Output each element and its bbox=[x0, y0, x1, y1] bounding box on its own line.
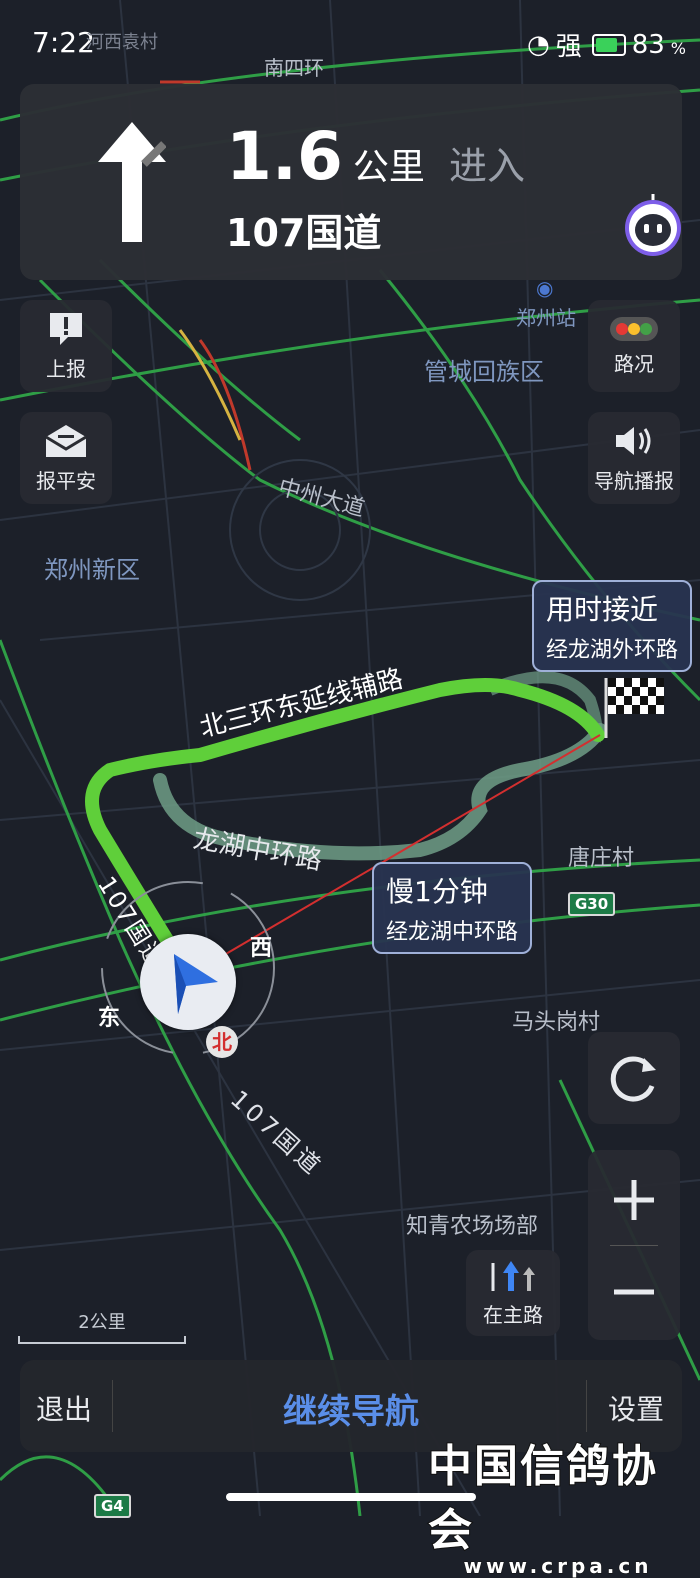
safe-message-label: 报平安 bbox=[36, 468, 96, 493]
signal-strength: 强 bbox=[555, 32, 582, 62]
map-label-tangzhuang: 唐庄村 bbox=[568, 846, 635, 871]
battery-unit: % bbox=[670, 39, 686, 58]
watermark-url: www.crpa.cn bbox=[463, 1554, 653, 1578]
traffic-button[interactable]: 路况 bbox=[588, 300, 680, 392]
zoom-in-icon[interactable] bbox=[588, 1150, 680, 1244]
map-label-south-ring4: 南四环 bbox=[264, 56, 324, 80]
callout-fast-sub: 经龙湖外环路 bbox=[546, 638, 679, 663]
safe-message-icon bbox=[45, 424, 87, 457]
voice-assistant-icon[interactable] bbox=[620, 192, 686, 258]
turn-guidance-panel: 1.6 公里 进入 107国道 bbox=[20, 84, 682, 280]
zoom-control bbox=[588, 1150, 680, 1340]
speaker-icon bbox=[616, 426, 651, 455]
navigation-arrow-icon bbox=[174, 954, 218, 1014]
map-label-district-guancheng: 管城回族区 bbox=[424, 358, 544, 386]
highway-shield-g30: G30 bbox=[568, 892, 616, 916]
refresh-icon bbox=[610, 1056, 656, 1102]
current-location-marker bbox=[140, 934, 236, 1030]
battery-level: 83 bbox=[631, 29, 665, 60]
next-road-name: 107国道 bbox=[226, 211, 382, 255]
straight-arrow-icon bbox=[98, 122, 166, 242]
main-road-label: 在主路 bbox=[483, 1302, 543, 1327]
maneuver-action: 进入 bbox=[448, 144, 525, 188]
reset-view-button[interactable] bbox=[588, 1032, 680, 1124]
status-right: ◔ 强 83 % bbox=[527, 26, 686, 63]
route-callout-slow[interactable]: 慢1分钟 经龙湖中环路 bbox=[372, 862, 533, 954]
map-label-new-district: 郑州新区 bbox=[44, 556, 140, 584]
report-button[interactable]: 上报 bbox=[20, 300, 112, 392]
compass-west: 西 bbox=[250, 936, 273, 961]
voice-broadcast-button[interactable]: 导航播报 bbox=[588, 412, 680, 504]
compass-east: 东 bbox=[98, 1006, 121, 1031]
zoom-out-icon[interactable] bbox=[588, 1246, 680, 1340]
traffic-label: 路况 bbox=[614, 351, 654, 376]
map-label-matougang: 马头岗村 bbox=[512, 1010, 601, 1035]
watermark: 中国信鸽协会 www.crpa.cn bbox=[427, 1430, 688, 1578]
highway-shield-g4: G4 bbox=[94, 1494, 131, 1518]
scale-bar bbox=[18, 1336, 186, 1344]
callout-slow-title: 慢1分钟 bbox=[386, 875, 488, 908]
main-road-icon bbox=[491, 1260, 535, 1291]
battery-icon bbox=[591, 33, 626, 56]
settings-button[interactable]: 设置 bbox=[608, 1388, 664, 1428]
report-label: 上报 bbox=[46, 356, 86, 381]
signal-icon: ◔ bbox=[527, 29, 550, 60]
traffic-lights-icon bbox=[610, 316, 658, 341]
scale-label: 2公里 bbox=[78, 1312, 126, 1333]
safe-message-button[interactable]: 报平安 bbox=[20, 412, 112, 504]
main-road-button[interactable]: 在主路 bbox=[466, 1250, 560, 1336]
map-label-village: 河西袁村 bbox=[86, 32, 158, 53]
report-icon bbox=[50, 312, 82, 345]
map-scale: 2公里 bbox=[18, 1308, 186, 1344]
destination-flag-icon bbox=[604, 678, 664, 738]
continue-navigation-button[interactable]: 继续导航 bbox=[20, 1384, 682, 1433]
home-indicator[interactable] bbox=[226, 1493, 476, 1501]
distance-unit: 公里 bbox=[352, 147, 425, 188]
map-label-farm: 知青农场场部 bbox=[406, 1214, 539, 1239]
callout-fast-title: 用时接近 bbox=[546, 593, 659, 626]
callout-slow-sub: 经龙湖中环路 bbox=[386, 920, 519, 945]
divider bbox=[586, 1380, 587, 1432]
route-callout-fast[interactable]: 用时接近 经龙湖外环路 bbox=[532, 580, 693, 672]
compass-north: 北 bbox=[206, 1026, 238, 1058]
distance-row: 1.6 公里 进入 bbox=[226, 118, 525, 195]
voice-broadcast-label: 导航播报 bbox=[594, 468, 674, 493]
map-label-station: 郑州站 bbox=[516, 306, 576, 330]
station-icon: ◉ bbox=[536, 276, 554, 300]
distance-value: 1.6 bbox=[226, 118, 343, 195]
